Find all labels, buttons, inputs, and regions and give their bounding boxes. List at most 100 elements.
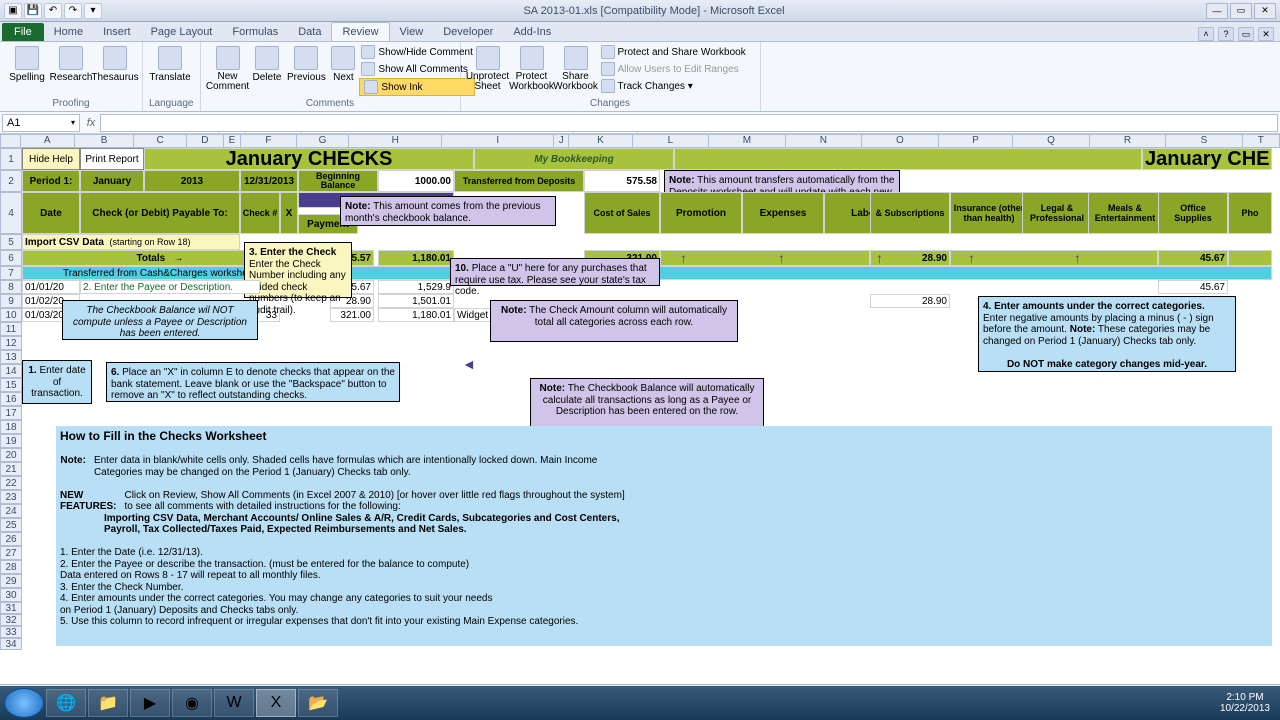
colhdr-Q[interactable]: Q	[1013, 134, 1089, 148]
hide-help-button[interactable]: Hide Help	[22, 148, 80, 170]
colhdr-I[interactable]: I	[442, 134, 554, 148]
rowhdr-1[interactable]: 1	[0, 148, 22, 170]
undo-icon[interactable]: ↶	[44, 3, 62, 19]
start-button[interactable]	[4, 688, 44, 718]
minimize-button[interactable]: —	[1206, 3, 1228, 19]
r8-date[interactable]: 01/01/20	[22, 280, 80, 294]
excel-icon[interactable]: ▣	[4, 3, 22, 19]
colhdr-A[interactable]: A	[21, 134, 75, 148]
rowhdr-32[interactable]: 32	[0, 614, 22, 626]
taskbar-folder-icon[interactable]: 📂	[298, 689, 338, 717]
taskbar-ie-icon[interactable]: 🌐	[46, 689, 86, 717]
allow-users-button[interactable]: Allow Users to Edit Ranges	[599, 61, 748, 77]
tab-view[interactable]: View	[390, 23, 434, 41]
rowhdr-34[interactable]: 34	[0, 638, 22, 650]
rowhdr-11[interactable]: 11	[0, 322, 22, 336]
research-button[interactable]: Research	[50, 44, 92, 85]
showall-comments-button[interactable]: Show All Comments	[359, 61, 474, 77]
select-all-corner[interactable]	[0, 134, 21, 148]
show-ink-button[interactable]: Show Ink	[359, 78, 474, 96]
tab-pagelayout[interactable]: Page Layout	[141, 23, 223, 41]
colhdr-L[interactable]: L	[633, 134, 709, 148]
colhdr-T[interactable]: T	[1243, 134, 1280, 148]
begbal-value[interactable]: 1000.00	[378, 170, 454, 192]
colhdr-P[interactable]: P	[939, 134, 1014, 148]
print-report-button[interactable]: Print Report	[80, 148, 144, 170]
track-changes-button[interactable]: Track Changes ▾	[599, 78, 748, 94]
rowhdr-22[interactable]: 22	[0, 476, 22, 490]
tab-formulas[interactable]: Formulas	[222, 23, 288, 41]
rowhdr-28[interactable]: 28	[0, 560, 22, 574]
new-comment-button[interactable]: New Comment	[207, 44, 249, 94]
next-comment-button[interactable]: Next	[329, 44, 357, 85]
rowhdr-2[interactable]: 2	[0, 170, 22, 192]
rowhdr-15[interactable]: 15	[0, 378, 22, 392]
rowhdr-24[interactable]: 24	[0, 504, 22, 518]
rowhdr-20[interactable]: 20	[0, 448, 22, 462]
colhdr-R[interactable]: R	[1090, 134, 1166, 148]
system-clock[interactable]: 2:10 PM10/22/2013	[1220, 692, 1276, 714]
rowhdr-16[interactable]: 16	[0, 392, 22, 406]
taskbar-explorer-icon[interactable]: 📁	[88, 689, 128, 717]
rowhdr-21[interactable]: 21	[0, 462, 22, 476]
colhdr-E[interactable]: E	[224, 134, 241, 148]
protect-share-button[interactable]: Protect and Share Workbook	[599, 44, 748, 60]
minimize-ribbon-icon[interactable]: ˄	[1198, 27, 1214, 41]
rowhdr-7[interactable]: 7	[0, 266, 22, 280]
rowhdr-8[interactable]: 8	[0, 280, 22, 294]
rowhdr-5[interactable]: 5	[0, 234, 22, 250]
name-box[interactable]: A1▾	[2, 114, 80, 132]
rowhdr-30[interactable]: 30	[0, 588, 22, 602]
colhdr-C[interactable]: C	[134, 134, 186, 148]
colhdr-S[interactable]: S	[1166, 134, 1242, 148]
spelling-button[interactable]: Spelling	[6, 44, 48, 85]
tab-file[interactable]: File	[2, 23, 44, 41]
fx-icon[interactable]: fx	[82, 117, 100, 129]
rowhdr-4[interactable]: 4	[0, 192, 22, 234]
tab-review[interactable]: Review	[331, 22, 389, 41]
share-workbook-button[interactable]: Share Workbook	[555, 44, 597, 94]
tab-addins[interactable]: Add-Ins	[503, 23, 561, 41]
help-icon[interactable]: ?	[1218, 27, 1234, 41]
rowhdr-10[interactable]: 10	[0, 308, 22, 322]
taskbar-wmp-icon[interactable]: ▶	[130, 689, 170, 717]
colhdr-M[interactable]: M	[709, 134, 785, 148]
translate-button[interactable]: Translate	[149, 44, 191, 85]
delete-comment-button[interactable]: Delete	[251, 44, 284, 85]
rowhdr-31[interactable]: 31	[0, 602, 22, 614]
formula-input[interactable]	[100, 114, 1278, 132]
colhdr-K[interactable]: K	[569, 134, 632, 148]
colhdr-H[interactable]: H	[349, 134, 442, 148]
colhdr-J[interactable]: J	[554, 134, 569, 148]
qat-dropdown-icon[interactable]: ▾	[84, 3, 102, 19]
restore-workbook-icon[interactable]: ▭	[1238, 27, 1254, 41]
colhdr-B[interactable]: B	[75, 134, 135, 148]
colhdr-G[interactable]: G	[297, 134, 349, 148]
showhide-comment-button[interactable]: Show/Hide Comment	[359, 44, 474, 60]
rowhdr-17[interactable]: 17	[0, 406, 22, 420]
colhdr-O[interactable]: O	[862, 134, 938, 148]
tab-data[interactable]: Data	[288, 23, 331, 41]
rowhdr-12[interactable]: 12	[0, 336, 22, 350]
rowhdr-18[interactable]: 18	[0, 420, 22, 434]
close-button[interactable]: ✕	[1254, 3, 1276, 19]
protect-workbook-button[interactable]: Protect Workbook	[511, 44, 553, 94]
rowhdr-19[interactable]: 19	[0, 434, 22, 448]
rowhdr-33[interactable]: 33	[0, 626, 22, 638]
previous-comment-button[interactable]: Previous	[285, 44, 327, 85]
taskbar-word-icon[interactable]: W	[214, 689, 254, 717]
rowhdr-27[interactable]: 27	[0, 546, 22, 560]
colhdr-D[interactable]: D	[187, 134, 224, 148]
tab-home[interactable]: Home	[44, 23, 93, 41]
rowhdr-23[interactable]: 23	[0, 490, 22, 504]
colhdr-F[interactable]: F	[241, 134, 297, 148]
rowhdr-25[interactable]: 25	[0, 518, 22, 532]
unprotect-sheet-button[interactable]: Unprotect Sheet	[467, 44, 509, 94]
taskbar-chrome-icon[interactable]: ◉	[172, 689, 212, 717]
maximize-button[interactable]: ▭	[1230, 3, 1252, 19]
save-icon[interactable]: 💾	[24, 3, 42, 19]
close-workbook-icon[interactable]: ✕	[1258, 27, 1274, 41]
rowhdr-14[interactable]: 14	[0, 364, 22, 378]
import-csv-button[interactable]: Import CSV Data (starting on Row 18)	[22, 234, 240, 250]
tab-developer[interactable]: Developer	[433, 23, 503, 41]
